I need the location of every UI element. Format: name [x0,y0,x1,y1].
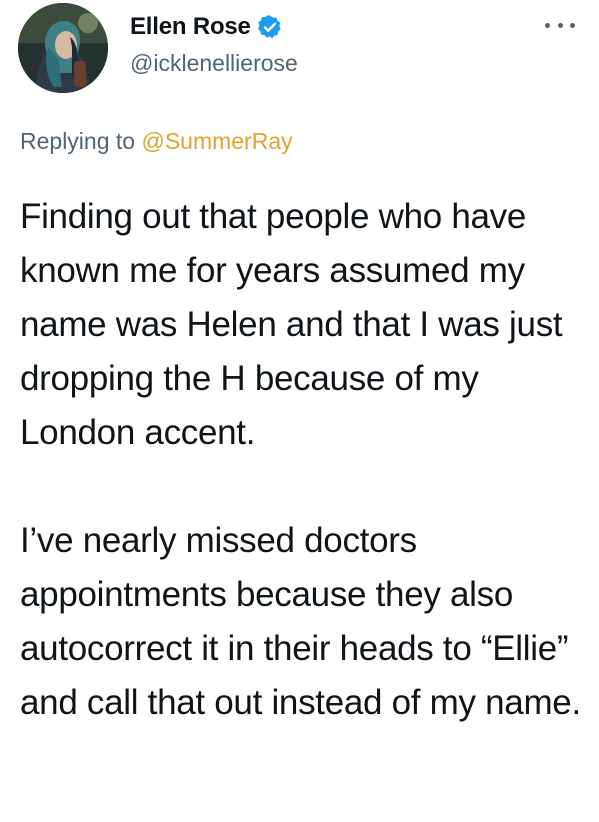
avatar-photo [18,3,108,93]
tweet-paragraph-2: I’ve nearly missed doctors appointments … [20,521,581,722]
verified-badge-icon [257,14,283,40]
display-name[interactable]: Ellen Rose [130,13,251,41]
replying-to: Replying to @SummerRay [20,128,293,155]
replying-prefix: Replying to [20,128,136,154]
tweet-paragraph-1: Finding out that people who have known m… [20,197,563,452]
more-options-icon[interactable] [545,18,575,32]
tweet-text: Finding out that people who have known m… [20,190,585,730]
avatar[interactable] [18,3,108,93]
tweet-card: Ellen Rose @icklenellierose Replying to … [0,0,599,822]
reply-mention-link[interactable]: @SummerRay [141,128,292,154]
user-handle[interactable]: @icklenellierose [130,50,298,77]
tweet-header: Ellen Rose @icklenellierose [130,10,298,77]
name-row: Ellen Rose [130,10,298,44]
